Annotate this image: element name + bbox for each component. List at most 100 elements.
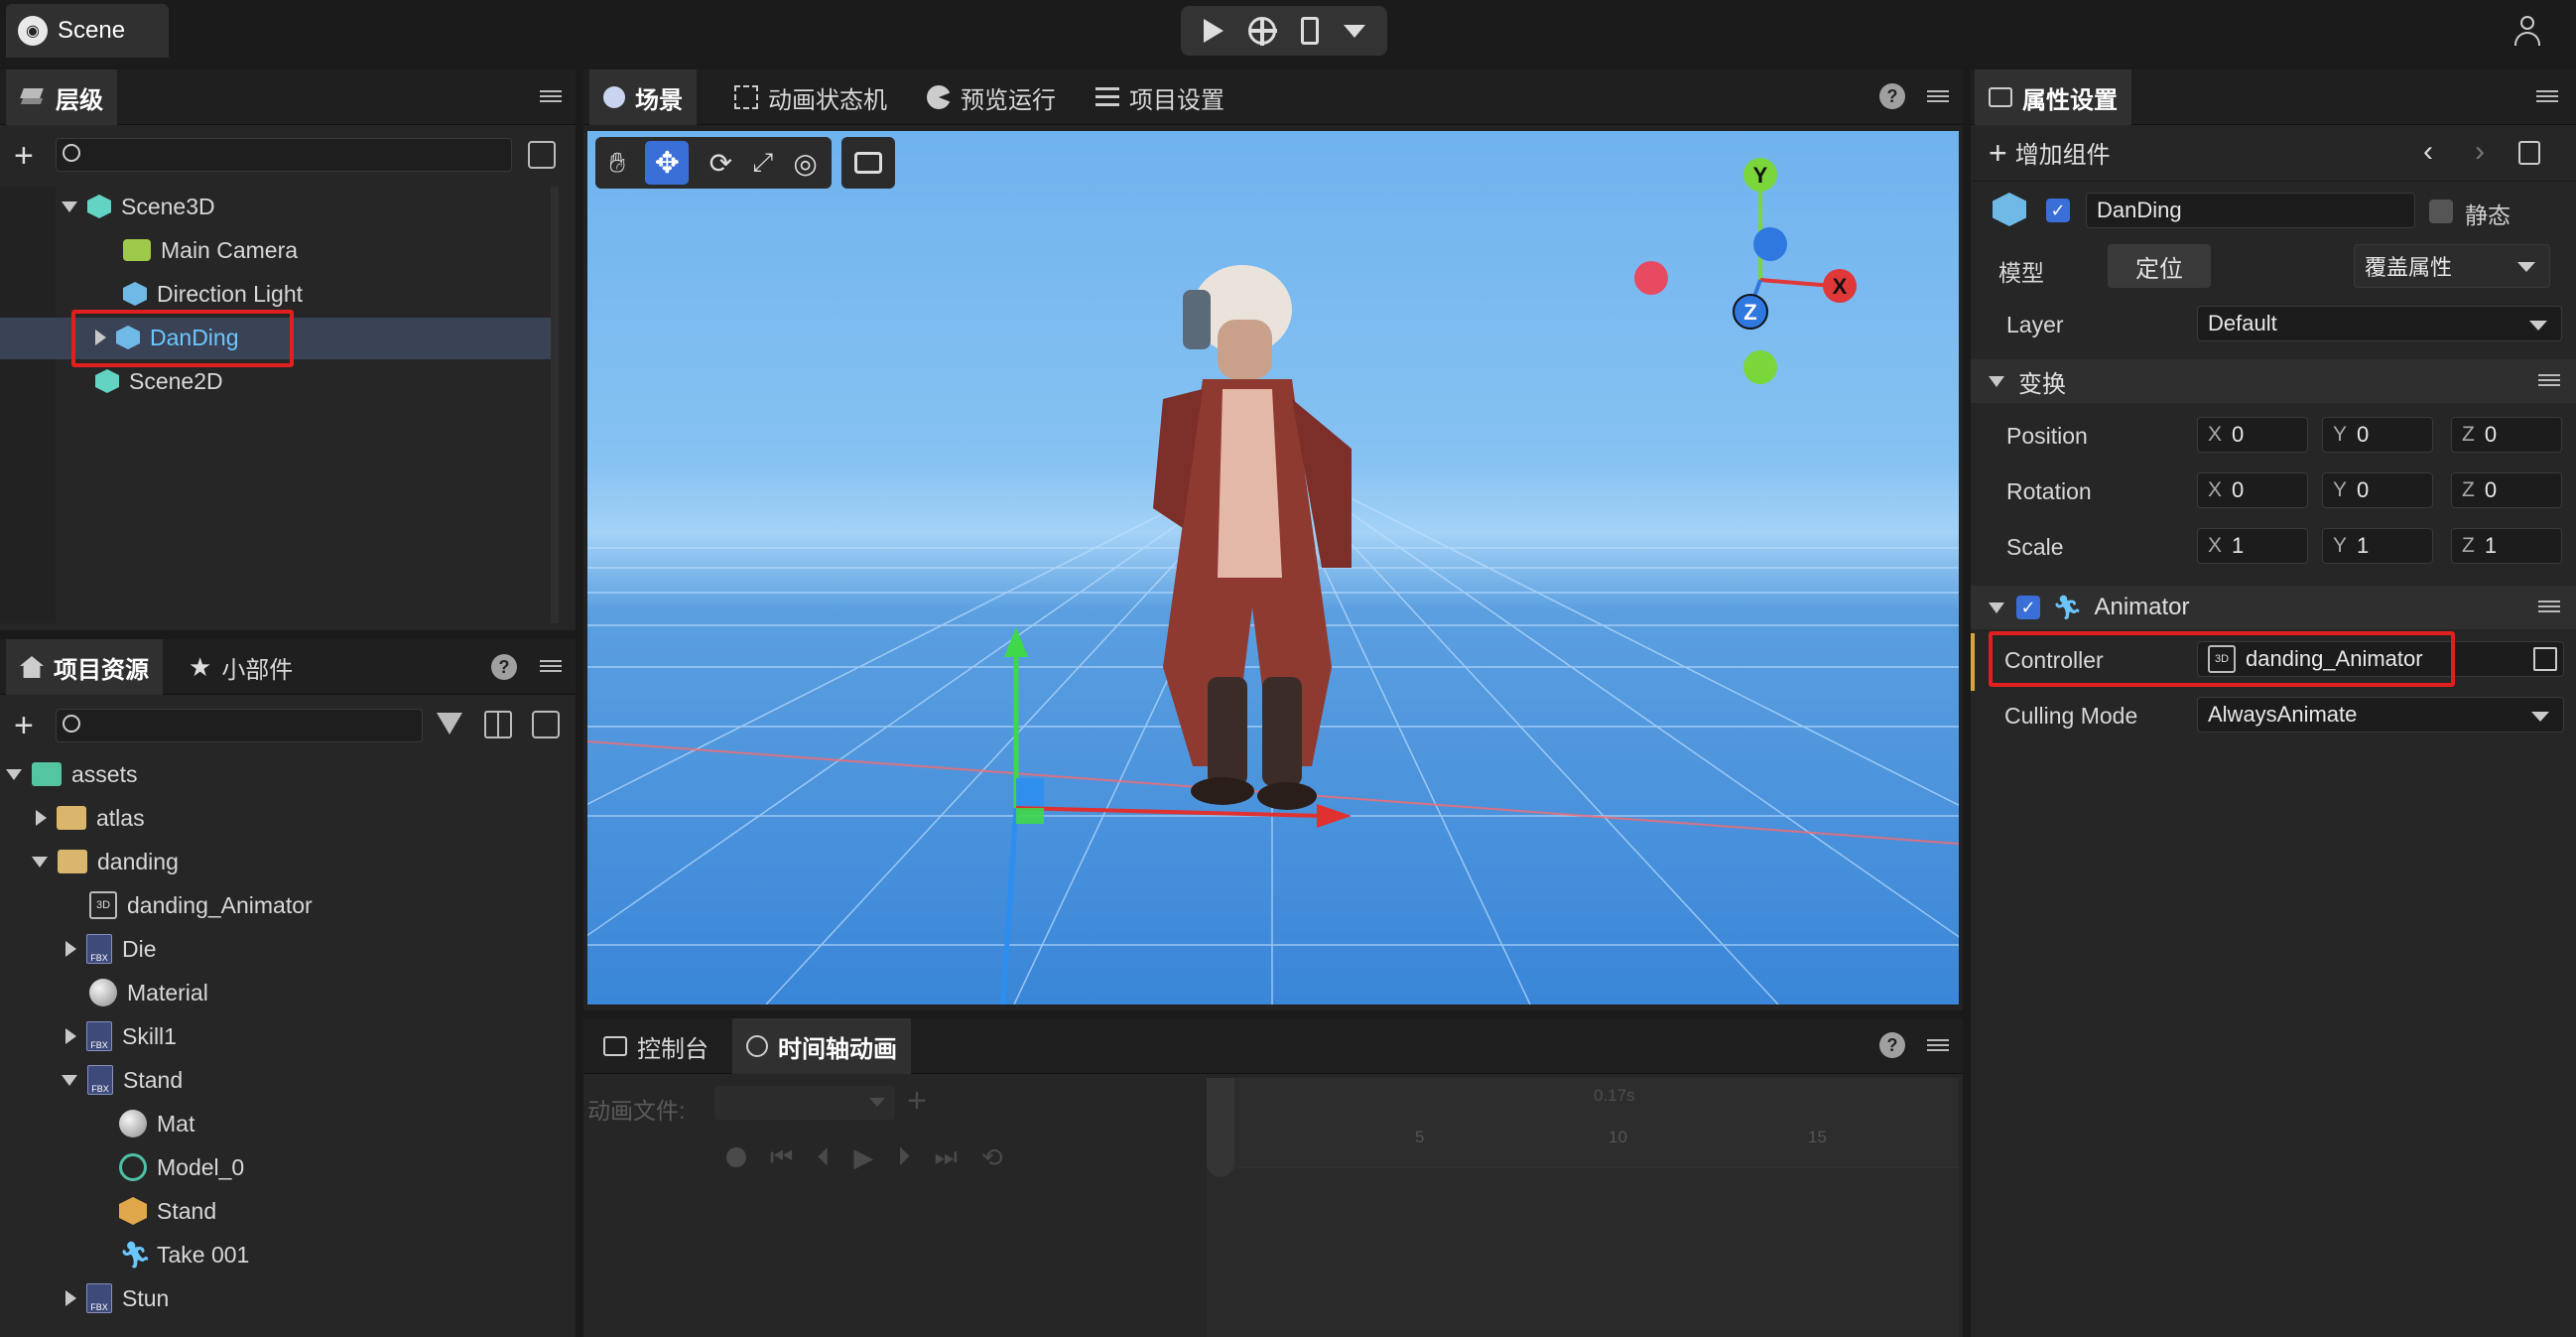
next-frame-icon[interactable]: ⏵ (897, 1141, 910, 1173)
tab-project-settings[interactable]: 项目设置 (1082, 69, 1238, 125)
back-arrow-icon[interactable]: ‹ (2423, 135, 2433, 169)
timeline-track-area[interactable]: 0.17s 0 5 10 15 (1207, 1078, 1959, 1337)
static-checkbox[interactable] (2429, 200, 2453, 223)
add-node-icon[interactable]: + (14, 139, 34, 173)
expand-arrow-icon[interactable] (6, 768, 22, 780)
scale-x-input[interactable]: X1 (2197, 528, 2308, 564)
tree-item-stand-fbx[interactable]: FBX Stand (62, 1060, 183, 1100)
help-icon[interactable]: ? (1879, 1032, 1905, 1058)
tree-item-danding-animator[interactable]: 3D danding_Animator (89, 885, 313, 925)
camera-view-button[interactable] (841, 137, 895, 189)
rotation-z-input[interactable]: Z0 (2451, 472, 2562, 508)
locate-button[interactable]: 定位 (2108, 244, 2211, 288)
assets-search-input[interactable] (56, 709, 423, 742)
split-view-icon[interactable] (484, 711, 512, 738)
tree-item-mat[interactable]: Mat (119, 1104, 194, 1143)
transform-section-header[interactable]: 变换 (1971, 359, 2576, 403)
tree-item-skill1[interactable]: FBX Skill1 (65, 1016, 177, 1056)
tree-item-atlas[interactable]: atlas (36, 798, 145, 838)
pick-asset-icon[interactable] (2533, 647, 2557, 671)
scale-z-input[interactable]: Z1 (2451, 528, 2562, 564)
expand-arrow-icon[interactable] (65, 1290, 76, 1306)
add-component-button[interactable]: + 增加组件 (1989, 135, 2111, 170)
position-z-input[interactable]: Z0 (2451, 417, 2562, 453)
orientation-gizmo[interactable]: Y X Z (1619, 151, 1877, 429)
expand-arrow-icon[interactable] (32, 856, 48, 868)
tree-item-direction-light[interactable]: Direction Light (123, 274, 303, 314)
forward-arrow-icon[interactable]: › (2475, 135, 2485, 169)
tree-item-scene3d[interactable]: Scene3D (62, 187, 215, 226)
globe-icon[interactable] (1247, 17, 1277, 46)
add-asset-icon[interactable]: + (14, 709, 34, 742)
expand-arrow-icon[interactable] (65, 1028, 76, 1044)
animator-menu-icon[interactable] (2538, 598, 2560, 615)
help-icon[interactable]: ? (1879, 83, 1905, 109)
tree-item-main-camera[interactable]: Main Camera (123, 230, 298, 270)
user-icon[interactable] (2512, 16, 2542, 48)
active-checkbox[interactable]: ✓ (2046, 199, 2070, 222)
tree-item-scene2d[interactable]: Scene2D (95, 361, 223, 401)
lock-icon[interactable] (2518, 141, 2540, 165)
playhead[interactable] (1207, 1078, 1234, 1177)
rotation-x-input[interactable]: X0 (2197, 472, 2308, 508)
rect-tool-icon[interactable]: ◎ (793, 147, 817, 180)
scene-menu-icon[interactable] (1927, 87, 1949, 105)
animator-section-header[interactable]: ✓ 🏃︎ Animator (1971, 586, 2576, 629)
position-x-input[interactable]: X0 (2197, 417, 2308, 453)
tab-timeline-animation[interactable]: 时间轴动画 (732, 1018, 911, 1074)
culling-mode-dropdown[interactable]: AlwaysAnimate (2197, 697, 2564, 733)
position-y-input[interactable]: Y0 (2322, 417, 2433, 453)
expand-arrow-icon[interactable] (62, 201, 77, 212)
record-icon[interactable] (726, 1147, 746, 1167)
animation-file-select[interactable] (714, 1086, 895, 1120)
collapse-arrow-icon[interactable] (1989, 375, 2004, 387)
animator-enabled-checkbox[interactable]: ✓ (2016, 596, 2040, 619)
tab-hierarchy[interactable]: 层级 (6, 69, 117, 125)
timeline-menu-icon[interactable] (1927, 1036, 1949, 1054)
expand-arrow-icon[interactable] (62, 1074, 77, 1086)
tree-item-danding-folder[interactable]: danding (32, 842, 179, 881)
copy-icon[interactable] (528, 141, 556, 169)
assets-menu-icon[interactable] (540, 657, 562, 675)
transform-menu-icon[interactable] (2538, 371, 2560, 389)
collapse-arrow-icon[interactable] (1989, 602, 2004, 613)
phone-icon[interactable] (1300, 17, 1319, 45)
expand-arrow-icon[interactable] (36, 810, 47, 826)
tree-item-stand-prefab[interactable]: Stand (119, 1191, 216, 1231)
loop-icon[interactable]: ⟲ (981, 1142, 1003, 1173)
tree-item-model0[interactable]: Model_0 (119, 1147, 244, 1187)
tree-item-assets[interactable]: assets (6, 754, 137, 794)
tab-project-assets[interactable]: 项目资源 (6, 639, 163, 695)
override-dropdown[interactable]: 覆盖属性 (2354, 244, 2550, 288)
tab-widgets[interactable]: ★ 小部件 (175, 639, 307, 695)
tab-console[interactable]: 控制台 (589, 1018, 722, 1074)
scale-y-input[interactable]: Y1 (2322, 528, 2433, 564)
layer-dropdown[interactable]: Default (2197, 306, 2562, 341)
hierarchy-search-input[interactable] (56, 138, 512, 172)
tab-preview-run[interactable]: 预览运行 (913, 69, 1070, 125)
tree-item-material[interactable]: Material (89, 973, 208, 1012)
hierarchy-menu-icon[interactable] (540, 87, 562, 105)
object-name-input[interactable]: DanDing (2086, 193, 2415, 228)
move-tool-icon[interactable]: ✥ (645, 141, 690, 185)
play-animation-icon[interactable]: ▶ (853, 1142, 873, 1173)
tree-item-die[interactable]: FBX Die (65, 929, 157, 969)
rotate-tool-icon[interactable]: ⟳ (709, 147, 732, 180)
scene-viewport[interactable]: ✋︎ ✥ ⟳ ⤢ ◎ Y X Z (587, 131, 1959, 1004)
last-frame-icon[interactable]: ⏭ (934, 1141, 957, 1173)
tab-animation-state-machine[interactable]: 动画状态机 (720, 69, 901, 125)
scale-tool-icon[interactable]: ⤢ (752, 147, 773, 179)
play-icon[interactable] (1203, 19, 1224, 43)
first-frame-icon[interactable]: ⏮ (770, 1141, 793, 1173)
filter-icon[interactable] (437, 713, 462, 735)
inspector-menu-icon[interactable] (2536, 87, 2558, 105)
chevron-down-icon[interactable] (1343, 24, 1365, 38)
expand-arrow-icon[interactable] (65, 941, 76, 957)
rotation-y-input[interactable]: Y0 (2322, 472, 2433, 508)
scene-window-tab[interactable]: ◉ Scene (6, 4, 169, 58)
help-icon[interactable]: ? (491, 654, 517, 680)
hand-tool-icon[interactable]: ✋︎ (609, 147, 625, 180)
tab-properties[interactable]: 属性设置 (1975, 69, 2131, 125)
tree-item-stun[interactable]: FBX Stun (65, 1278, 169, 1318)
copy-icon[interactable] (532, 711, 560, 738)
